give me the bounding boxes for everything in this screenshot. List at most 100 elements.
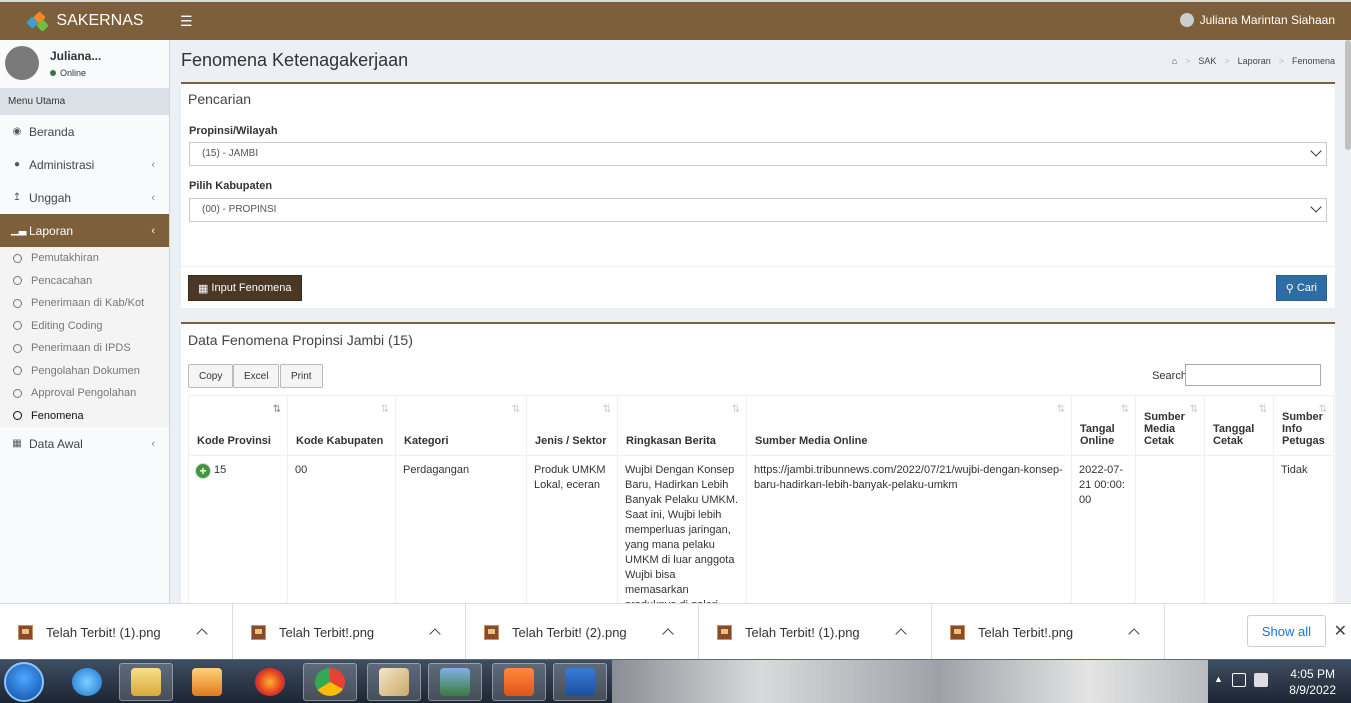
chevron-up-icon[interactable] xyxy=(1128,628,1140,640)
breadcrumb-separator: > xyxy=(1185,56,1191,66)
breadcrumb-item[interactable]: Laporan xyxy=(1238,56,1271,66)
chevron-up-icon[interactable] xyxy=(196,628,208,640)
column-header[interactable]: Kode Kabupaten ⇅ xyxy=(287,395,396,456)
column-header[interactable]: Tangal Online ⇅ xyxy=(1071,395,1136,456)
clock-time: 4:05 PM xyxy=(1290,667,1335,681)
column-header[interactable]: Sumber Info Petugas ⇅ xyxy=(1273,395,1334,456)
show-hidden-icons-icon[interactable]: ▲ xyxy=(1214,674,1223,684)
sidebar-item-beranda[interactable]: ◉ Beranda xyxy=(0,115,169,148)
paint-icon[interactable] xyxy=(367,663,421,701)
sidebar-item-laporan[interactable]: ▁▃ Laporan ‹ xyxy=(0,214,169,247)
input-fenomena-button[interactable]: ▦ Input Fenomena xyxy=(188,275,302,301)
search-input[interactable] xyxy=(1185,364,1321,386)
main-content: Fenomena Ketenagakerjaan ⌂ > SAK > Lapor… xyxy=(170,40,1351,612)
print-button[interactable]: Print xyxy=(280,364,323,388)
chevron-up-icon[interactable] xyxy=(429,628,441,640)
search-icon: ⚲ xyxy=(1285,282,1294,295)
sort-icon: ⇅ xyxy=(1258,404,1267,415)
image-file-icon xyxy=(18,624,33,640)
column-header[interactable]: Jenis / Sektor ⇅ xyxy=(526,395,618,456)
action-center-icon[interactable] xyxy=(1254,673,1268,687)
submenu-item-editing-coding[interactable]: Editing Coding xyxy=(0,315,169,338)
chevron-left-icon: ‹ xyxy=(151,191,155,204)
submenu-item-pemutakhiran[interactable]: Pemutakhiran xyxy=(0,247,169,270)
download-item[interactable]: Telah Terbit! (1).png xyxy=(0,604,233,660)
submenu-item-penerimaan-ipds[interactable]: Penerimaan di IPDS xyxy=(0,337,169,360)
user-short-name: Juliana... xyxy=(50,49,102,63)
submenu-label: Pencacahan xyxy=(31,274,93,287)
sidebar-item-data-awal[interactable]: ▦ Data Awal ‹ xyxy=(0,427,169,460)
file-explorer-icon[interactable] xyxy=(119,663,173,701)
column-header[interactable]: Ringkasan Berita ⇅ xyxy=(617,395,747,456)
submenu-item-fenomena[interactable]: Fenomena xyxy=(0,405,169,428)
download-filename: Telah Terbit!.png xyxy=(279,624,375,640)
network-icon[interactable] xyxy=(1232,673,1246,687)
image-file-icon xyxy=(717,624,732,640)
column-header[interactable]: Tanggal Cetak ⇅ xyxy=(1204,395,1274,456)
breadcrumb-separator: > xyxy=(1224,56,1230,66)
column-header[interactable]: Sumber Media Cetak ⇅ xyxy=(1135,395,1205,456)
data-panel: Data Fenomena Propinsi Jambi (15) Copy E… xyxy=(181,322,1335,612)
breadcrumb: ⌂ > SAK > Laporan > Fenomena xyxy=(1172,56,1335,66)
table-toolbar: Copy Excel Print Search: xyxy=(188,364,1328,388)
button-label: Input Fenomena xyxy=(211,282,292,294)
media-player-icon[interactable] xyxy=(180,663,234,701)
photo-viewer-icon[interactable] xyxy=(428,663,482,701)
submenu-item-pengolahan-dokumen[interactable]: Pengolahan Dokumen xyxy=(0,360,169,383)
chrome-icon[interactable] xyxy=(303,663,357,701)
breadcrumb-item: Fenomena xyxy=(1291,56,1335,66)
home-icon[interactable]: ⌂ xyxy=(1172,56,1177,66)
app-logo[interactable]: SAKERNAS xyxy=(0,2,170,40)
page-scrollbar[interactable] xyxy=(1345,40,1351,150)
download-item[interactable]: Telah Terbit! (2).png xyxy=(466,604,699,660)
clock[interactable]: 4:05 PM 8/9/2022 xyxy=(1289,666,1336,698)
sidebar-item-administrasi[interactable]: ● Administrasi ‹ xyxy=(0,148,169,181)
chevron-up-icon[interactable] xyxy=(662,628,674,640)
circle-icon xyxy=(13,343,22,353)
image-file-icon xyxy=(484,624,499,640)
bar-chart-icon: ▁▃ xyxy=(11,225,27,236)
column-header[interactable]: Kode Provinsi ⇅ xyxy=(188,395,288,456)
column-header[interactable]: Sumber Media Online ⇅ xyxy=(746,395,1072,456)
download-item[interactable]: Telah Terbit! (1).png xyxy=(699,604,932,660)
page-title: Fenomena Ketenagakerjaan xyxy=(181,50,409,70)
user-menu[interactable]: Juliana Marintan Siahaan xyxy=(1179,13,1335,27)
column-label: Tangal Online xyxy=(1080,423,1115,447)
submenu-item-pencacahan[interactable]: Pencacahan xyxy=(0,270,169,293)
submenu-label: Approval Pengolahan xyxy=(31,387,137,400)
province-select[interactable]: (15) - JAMBI xyxy=(189,142,1327,166)
kabupaten-select[interactable]: (00) - PROPINSI xyxy=(189,198,1327,222)
kabupaten-label: Pilih Kabupaten xyxy=(189,180,273,192)
close-icon[interactable]: ✕ xyxy=(1334,621,1347,641)
submenu-item-approval-pengolahan[interactable]: Approval Pengolahan xyxy=(0,382,169,405)
download-item[interactable]: Telah Terbit!.png xyxy=(932,604,1165,660)
download-item[interactable]: Telah Terbit!.png xyxy=(233,604,466,660)
submenu-item-penerimaan-kabkot[interactable]: Penerimaan di Kab/Kot xyxy=(0,292,169,315)
menu-toggle-icon[interactable]: ☰ xyxy=(180,13,193,30)
chevron-up-icon[interactable] xyxy=(895,628,907,640)
pdf-icon[interactable] xyxy=(492,663,546,701)
sort-asc-icon: ⇅ xyxy=(272,404,281,415)
search-button[interactable]: ⚲ Cari xyxy=(1275,275,1327,301)
firefox-icon[interactable] xyxy=(243,663,297,701)
sidebar-item-unggah[interactable]: ↥ Unggah ‹ xyxy=(0,181,169,214)
excel-button[interactable]: Excel xyxy=(233,364,280,388)
chevron-left-icon: ‹ xyxy=(151,224,155,237)
sidebar-item-label: Beranda xyxy=(29,124,75,139)
table-header-row: Kode Provinsi ⇅ Kode Kabupaten ⇅ Kategori ⇅… xyxy=(188,395,1334,456)
copy-button[interactable]: Copy xyxy=(188,364,234,388)
show-all-button[interactable]: Show all xyxy=(1246,615,1326,647)
circle-icon xyxy=(13,366,22,376)
chevron-left-icon: ‹ xyxy=(151,437,155,450)
table-cell: 2022-07-21 00:00:00 xyxy=(1071,455,1136,612)
table-cell: +15 xyxy=(188,455,288,612)
kabupaten-value: (00) - PROPINSI xyxy=(202,204,277,215)
chevron-down-icon xyxy=(1310,201,1322,213)
expand-row-icon[interactable]: + xyxy=(196,464,210,478)
internet-explorer-icon[interactable] xyxy=(60,663,114,701)
circle-icon xyxy=(13,321,22,331)
column-header[interactable]: Kategori ⇅ xyxy=(395,395,527,456)
breadcrumb-item[interactable]: SAK xyxy=(1198,56,1216,66)
start-button[interactable] xyxy=(4,662,44,702)
word-icon[interactable] xyxy=(553,663,607,701)
